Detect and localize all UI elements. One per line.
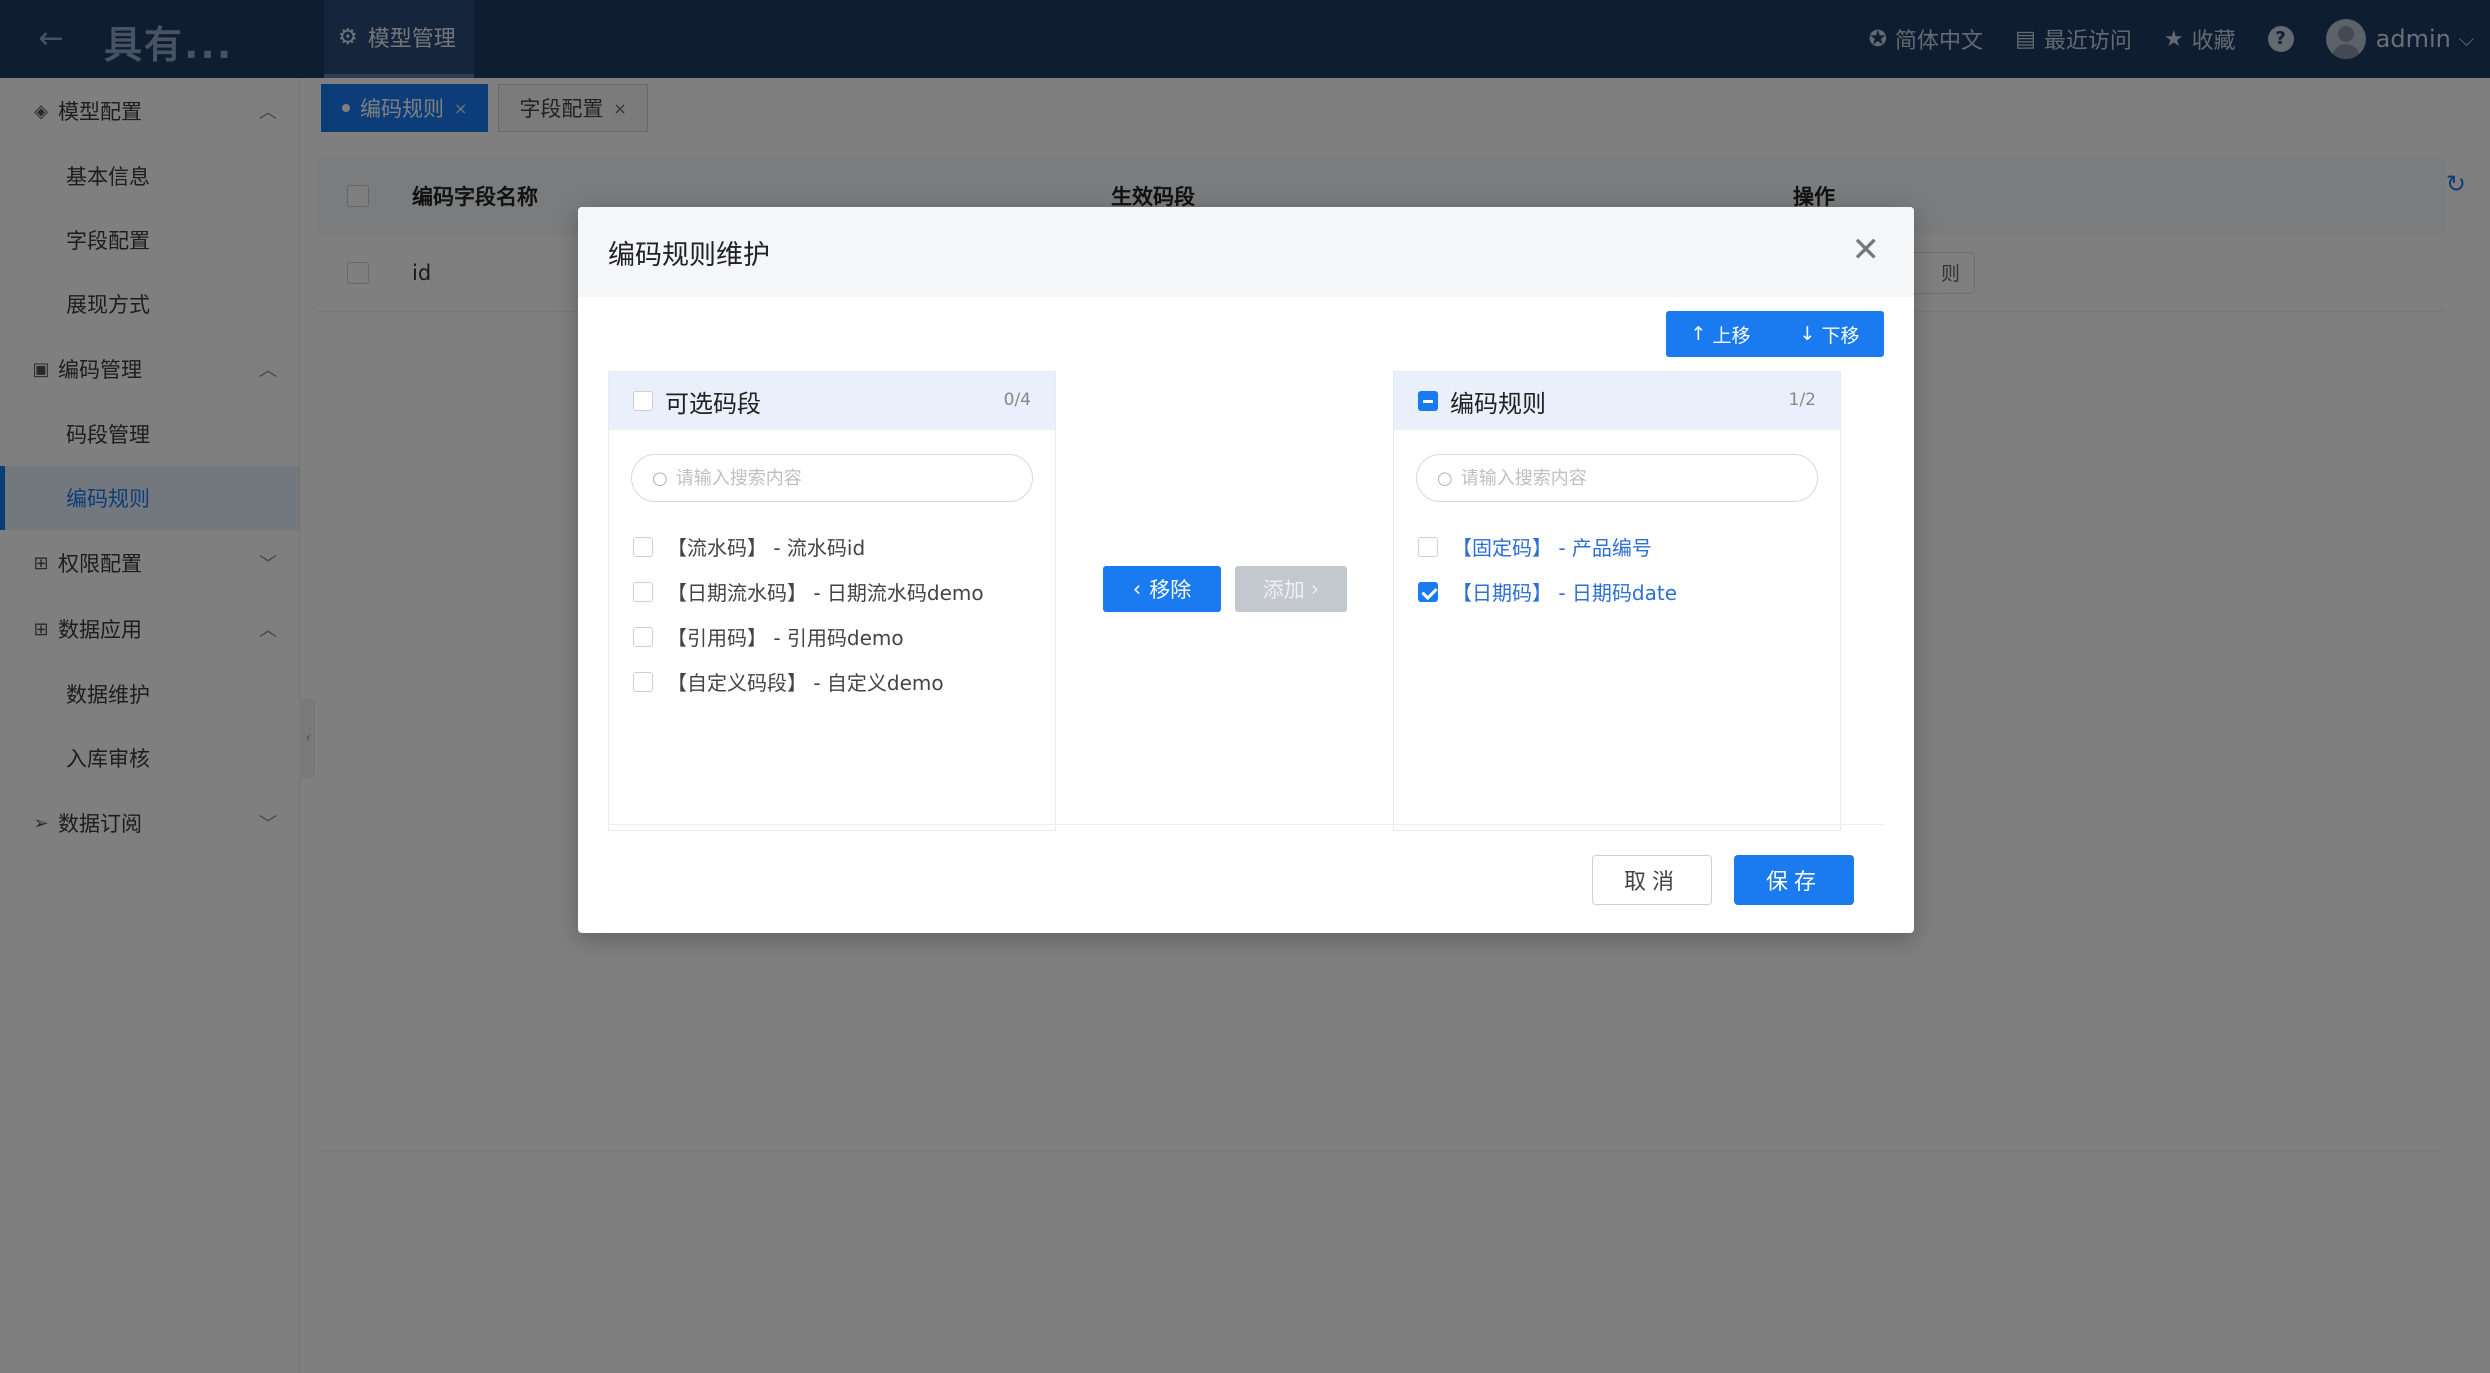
chevron-left-icon: ‹: [1132, 577, 1142, 601]
add-button[interactable]: 添加 ›: [1235, 566, 1347, 612]
search-box: ○: [1416, 454, 1818, 502]
select-all-checkbox[interactable]: [1418, 391, 1438, 411]
selection-count: 0/4: [1003, 390, 1031, 410]
item-checkbox[interactable]: [633, 581, 653, 602]
arrow-down-icon: ↓: [1799, 323, 1816, 345]
item-label: 【日期流水码】 - 日期流水码demo: [667, 581, 984, 605]
item-checkbox[interactable]: [1418, 536, 1438, 557]
search-box: ○: [631, 454, 1033, 502]
move-buttons: ↑ 上移 ↓ 下移: [1666, 311, 1884, 357]
add-label: 添加: [1262, 578, 1305, 602]
list-item[interactable]: 【流水码】 - 流水码id: [633, 524, 1055, 569]
rule-list: 【固定码】 - 产品编号 【日期码】 - 日期码date: [1394, 524, 1840, 614]
item-label: 【日期码】 - 日期码date: [1452, 581, 1678, 605]
list-item[interactable]: 【固定码】 - 产品编号: [1418, 524, 1840, 569]
search-icon: ○: [1437, 467, 1453, 489]
modal-divider: [608, 824, 1884, 825]
coding-rule-panel: 编码规则 1/2 ○ 【固定码】 - 产品编号 【日期码】 - 日期码date: [1393, 371, 1841, 831]
item-label: 【引用码】 - 引用码demo: [667, 626, 904, 650]
item-label: 【自定义码段】 - 自定义demo: [667, 671, 944, 695]
selection-count: 1/2: [1788, 390, 1816, 410]
remove-label: 移除: [1149, 578, 1192, 602]
list-item[interactable]: 【自定义码段】 - 自定义demo: [633, 659, 1055, 704]
list-item[interactable]: 【日期流水码】 - 日期流水码demo: [633, 569, 1055, 614]
item-checkbox[interactable]: [633, 536, 653, 557]
move-up-label: 上移: [1712, 324, 1751, 347]
coding-rule-modal: 编码规则维护 ✕ ↑ 上移 ↓ 下移 可选码段 0/4 ○ 【流水码】 - 流水…: [578, 207, 1914, 933]
move-up-button[interactable]: ↑ 上移: [1666, 311, 1775, 357]
panel-header: 编码规则 1/2: [1394, 372, 1840, 430]
modal-header: 编码规则维护: [578, 207, 1914, 297]
item-checkbox[interactable]: [633, 671, 653, 692]
item-label: 【固定码】 - 产品编号: [1452, 536, 1652, 560]
move-down-label: 下移: [1821, 324, 1860, 347]
close-icon[interactable]: ✕: [1852, 233, 1881, 267]
panel-title: 编码规则: [1450, 389, 1546, 418]
list-item[interactable]: 【引用码】 - 引用码demo: [633, 614, 1055, 659]
list-item[interactable]: 【日期码】 - 日期码date: [1418, 569, 1840, 614]
item-checkbox[interactable]: [1418, 581, 1438, 602]
chevron-right-icon: ›: [1310, 577, 1320, 601]
search-input[interactable]: [1460, 467, 1801, 489]
panel-title: 可选码段: [665, 389, 761, 418]
panel-header: 可选码段 0/4: [609, 372, 1055, 430]
remove-button[interactable]: ‹ 移除: [1103, 566, 1221, 612]
modal-footer: 取消 保存: [1592, 855, 1854, 905]
available-segments-panel: 可选码段 0/4 ○ 【流水码】 - 流水码id 【日期流水码】 - 日期流水码…: [608, 371, 1056, 831]
search-input[interactable]: [675, 467, 1016, 489]
move-down-button[interactable]: ↓ 下移: [1775, 311, 1884, 357]
arrow-up-icon: ↑: [1690, 323, 1707, 345]
search-icon: ○: [652, 467, 668, 489]
select-all-checkbox[interactable]: [633, 391, 653, 411]
transfer-buttons: ‹ 移除 添加 ›: [1103, 566, 1347, 612]
modal-title: 编码规则维护: [608, 239, 770, 271]
cancel-button[interactable]: 取消: [1592, 855, 1712, 905]
item-checkbox[interactable]: [633, 626, 653, 647]
item-label: 【流水码】 - 流水码id: [667, 536, 866, 560]
save-button[interactable]: 保存: [1734, 855, 1854, 905]
available-list: 【流水码】 - 流水码id 【日期流水码】 - 日期流水码demo 【引用码】 …: [609, 524, 1055, 704]
